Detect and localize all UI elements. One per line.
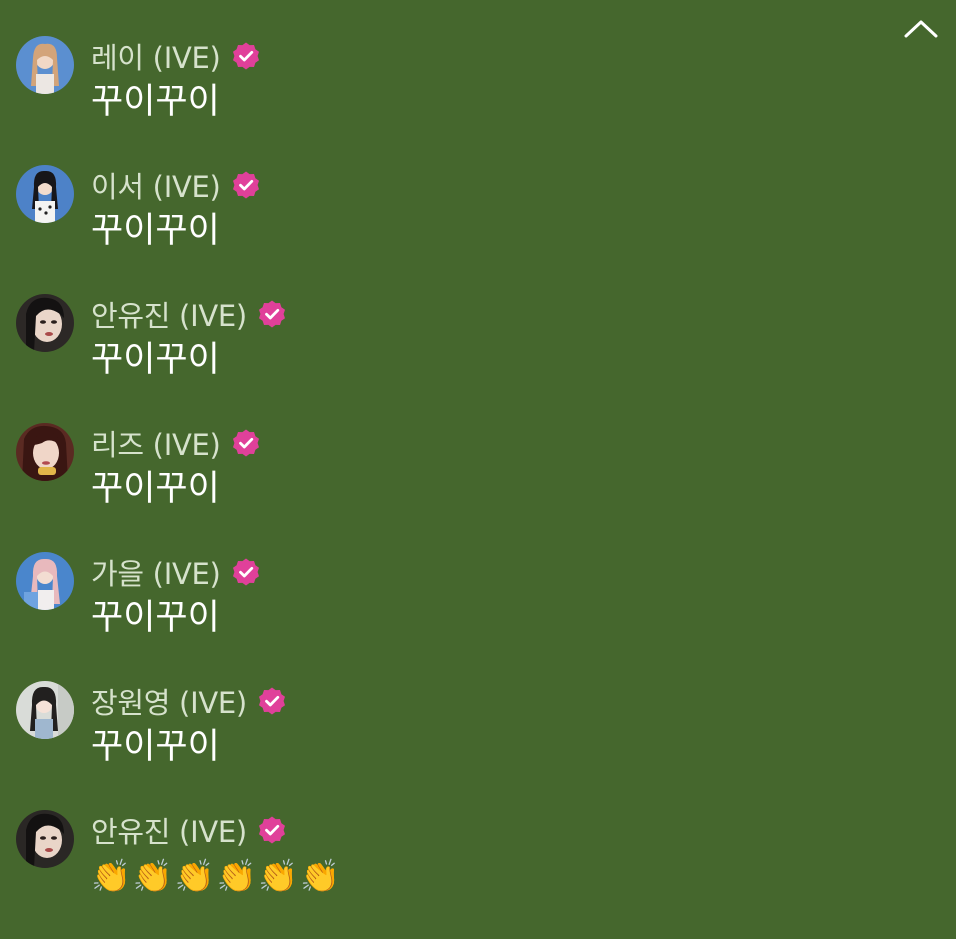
author-name[interactable]: 레이 (IVE) bbox=[91, 35, 221, 77]
verified-badge-icon bbox=[232, 558, 259, 586]
message-text: 꾸이꾸이 bbox=[91, 211, 220, 251]
author-name[interactable]: 안유진 (IVE) bbox=[91, 293, 247, 335]
collapse-chat-button[interactable] bbox=[900, 14, 942, 44]
chat-feed: 레이 (IVE) 꾸이꾸이 이서 (IVE) 꾸이꾸이 안유진 (IVE) 꾸이… bbox=[16, 36, 876, 939]
chat-message: 가을 (IVE) 꾸이꾸이 bbox=[16, 552, 876, 681]
message-text: 꾸이꾸이 bbox=[91, 82, 220, 122]
message-text: 꾸이꾸이 bbox=[91, 727, 220, 767]
message-text: 👏👏👏👏👏👏 bbox=[91, 857, 343, 895]
chat-message: 리즈 (IVE) 꾸이꾸이 bbox=[16, 423, 876, 552]
avatar[interactable] bbox=[16, 423, 74, 481]
avatar[interactable] bbox=[16, 681, 74, 739]
verified-badge-icon bbox=[258, 300, 285, 328]
verified-badge-icon bbox=[232, 429, 259, 457]
author-name[interactable]: 안유진 (IVE) bbox=[91, 809, 247, 851]
verified-badge-icon bbox=[232, 42, 259, 70]
chat-message: 안유진 (IVE) 👏👏👏👏👏👏 bbox=[16, 810, 876, 939]
verified-badge-icon bbox=[258, 816, 285, 844]
verified-badge-icon bbox=[232, 171, 259, 199]
chat-message: 레이 (IVE) 꾸이꾸이 bbox=[16, 36, 876, 165]
verified-badge-icon bbox=[258, 687, 285, 715]
avatar[interactable] bbox=[16, 810, 74, 868]
chat-message: 이서 (IVE) 꾸이꾸이 bbox=[16, 165, 876, 294]
message-text: 꾸이꾸이 bbox=[91, 469, 220, 509]
author-name[interactable]: 이서 (IVE) bbox=[91, 164, 221, 206]
author-name[interactable]: 리즈 (IVE) bbox=[91, 422, 221, 464]
author-name[interactable]: 장원영 (IVE) bbox=[91, 680, 247, 722]
avatar[interactable] bbox=[16, 36, 74, 94]
chat-message: 장원영 (IVE) 꾸이꾸이 bbox=[16, 681, 876, 810]
chat-message: 안유진 (IVE) 꾸이꾸이 bbox=[16, 294, 876, 423]
message-text: 꾸이꾸이 bbox=[91, 598, 220, 638]
chevron-up-icon bbox=[904, 20, 938, 38]
avatar[interactable] bbox=[16, 552, 74, 610]
avatar[interactable] bbox=[16, 294, 74, 352]
message-text: 꾸이꾸이 bbox=[91, 340, 220, 380]
avatar[interactable] bbox=[16, 165, 74, 223]
author-name[interactable]: 가을 (IVE) bbox=[91, 551, 221, 593]
